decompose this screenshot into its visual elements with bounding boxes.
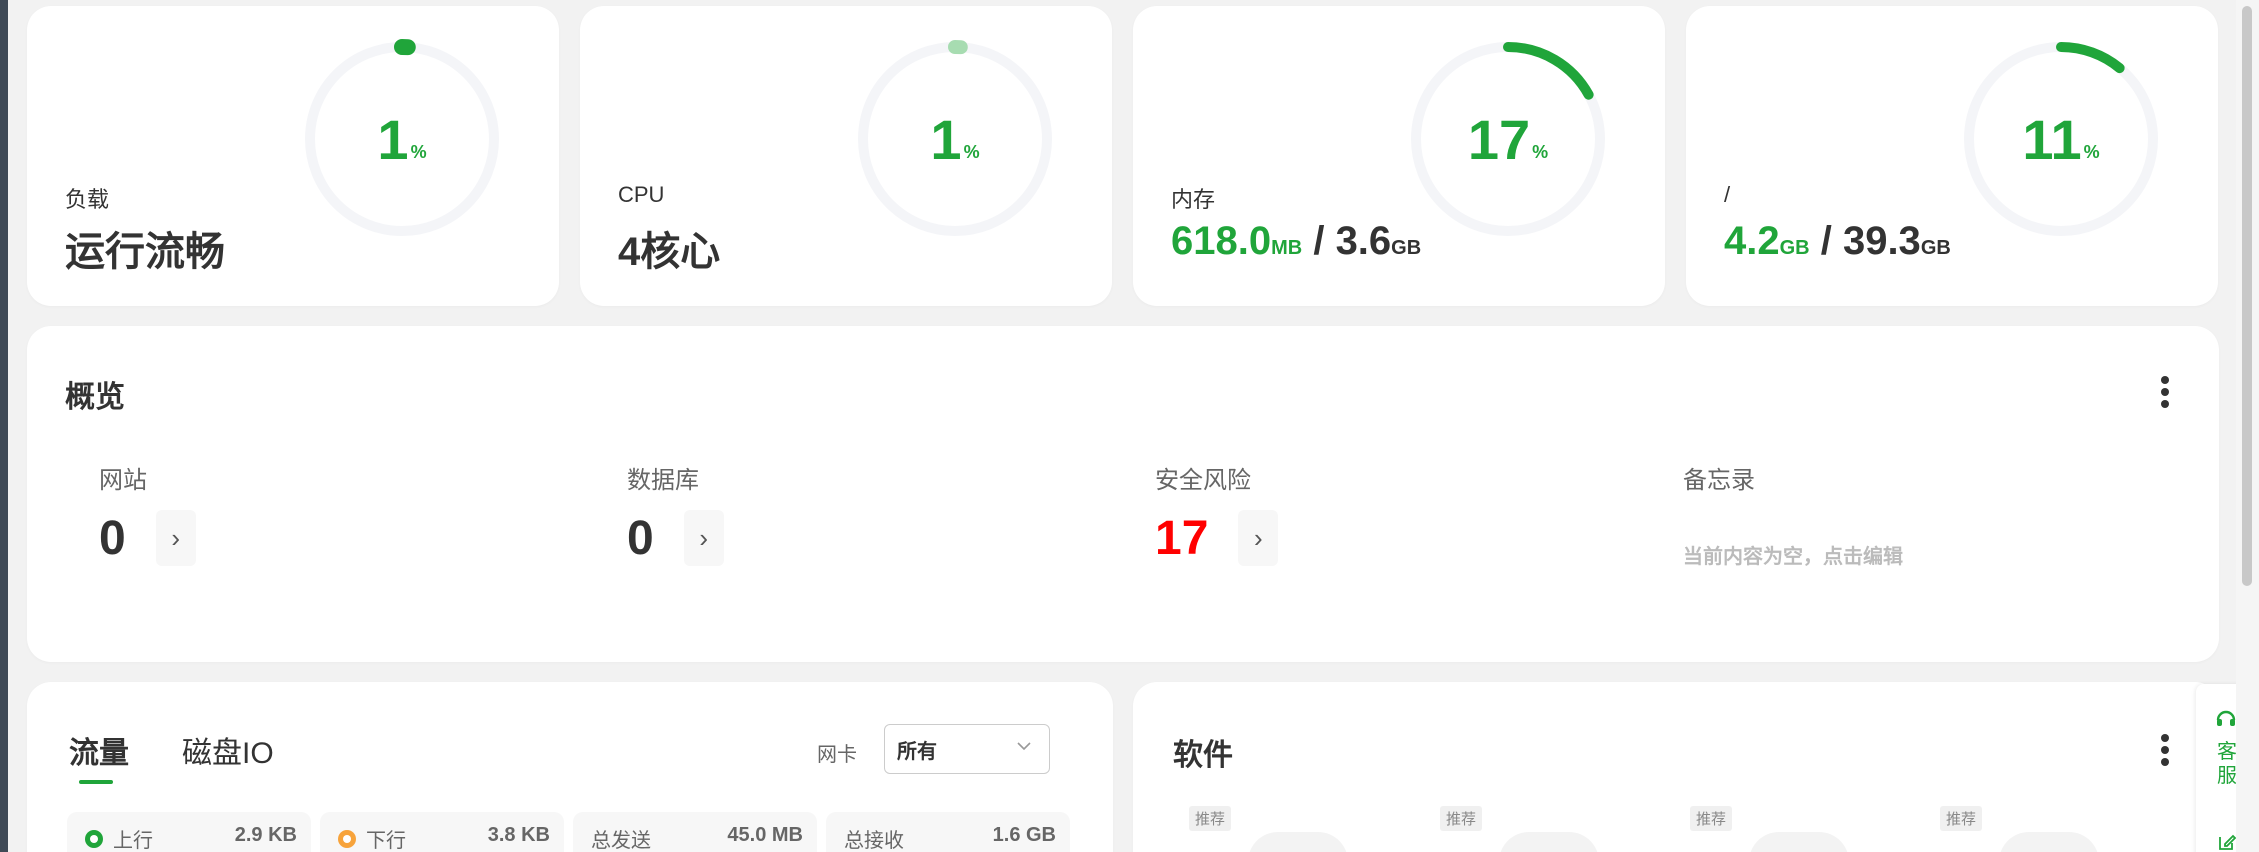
load-gauge: 1 % [297,34,507,244]
memory-gauge-unit: % [1532,141,1549,162]
overview-websites: 网站 0 › [99,460,499,580]
overview-memo-label: 备忘录 [1683,467,1755,494]
disk-gauge-unit: % [2083,141,2100,162]
active-tab-indicator [79,780,113,784]
upload-dot-icon [85,829,103,848]
disk-gauge-value: 11 [2022,107,2082,171]
overview-title: 概览 [65,381,125,414]
software-item[interactable] [1248,832,1348,852]
software-item[interactable] [1999,832,2099,852]
vertical-scrollbar[interactable] [2236,0,2259,852]
memo-placeholder-link[interactable]: 当前内容为空，点击编辑 [1683,540,1903,569]
nic-select[interactable]: 所有 [884,724,1050,774]
download-stat: 下行 3.8 KB [320,812,564,852]
disk-total-unit: GB [1920,237,1951,259]
cpu-gauge: 1 % [850,34,1060,244]
cpu-cores: 4核心 [618,230,721,274]
overview-websites-count: 0 [99,511,126,565]
total-received-stat: 总接收 1.6 GB [826,812,1070,852]
software-item[interactable] [1749,832,1849,852]
memory-gauge: 17 % [1403,34,1613,244]
total-sent-stat: 总发送 45.0 MB [573,812,817,852]
total-received-value: 1.6 GB [992,824,1056,846]
load-label: 负载 [65,187,110,212]
tab-disk-io[interactable]: 磁盘IO [182,728,274,772]
nic-select-value: 所有 [897,740,937,763]
load-gauge-value: 1 [377,107,409,171]
total-received-label: 总接收 [844,830,904,852]
overview-security-count: 17 [1155,511,1209,565]
overview-databases-count: 0 [627,511,654,565]
disk-usage: 4.2GB / 39.3GB [1724,219,1951,264]
edit-icon[interactable] [2217,832,2237,852]
security-arrow-button[interactable]: › [1238,510,1279,566]
nic-label: 网卡 [817,744,857,766]
memory-total: 3.6 [1335,219,1392,263]
more-icon[interactable] [2157,372,2173,412]
chevron-down-icon [1017,742,1031,751]
websites-arrow-button[interactable]: › [155,510,196,566]
overview-databases-label: 数据库 [627,467,699,494]
memory-card[interactable]: 17 % 内存 618.0MB / 3.6GB [1133,6,1665,306]
cpu-gauge-value: 1 [930,107,962,171]
overview-security: 安全风险 17 › [1155,460,1555,580]
tab-traffic[interactable]: 流量 [69,728,129,772]
disk-card[interactable]: 11 % / 4.2GB / 39.3GB [1686,6,2218,306]
scrollbar-thumb[interactable] [2242,6,2252,586]
disk-label: / [1724,182,1731,207]
upload-label: 上行 [113,830,153,852]
memory-gauge-value: 17 [1467,107,1531,171]
overview-websites-label: 网站 [99,467,147,494]
total-sent-label: 总发送 [591,830,651,852]
recommend-badge: 推荐 [1189,806,1232,831]
software-card: 软件 推荐 推荐 推荐 推荐 [1133,682,2219,852]
memory-used-unit: MB [1271,237,1303,259]
memory-usage: 618.0MB / 3.6GB [1171,219,1421,264]
recommend-badge: 推荐 [1690,806,1733,831]
customer-service-label[interactable]: 客服 [2216,740,2238,788]
software-title: 软件 [1173,739,1233,772]
disk-used-unit: GB [1779,237,1810,259]
disk-gauge: 11 % [1956,34,2166,244]
software-more-icon[interactable] [2157,730,2173,770]
overview-memo: 备忘录 当前内容为空，点击编辑 [1683,460,2083,580]
overview-card: 概览 网站 0 › 数据库 0 › 安全风险 17 › 备忘录 当前内容为空，点… [27,326,2219,662]
headset-icon[interactable] [2215,708,2237,730]
load-status: 运行流畅 [65,230,225,274]
disk-separator: / [1809,219,1843,263]
total-sent-value: 45.0 MB [727,824,803,846]
memory-separator: / [1302,219,1336,263]
cpu-gauge-unit: % [963,141,980,162]
overview-security-label: 安全风险 [1155,467,1251,494]
upload-value: 2.9 KB [234,824,297,846]
disk-used: 4.2 [1724,219,1780,263]
memory-total-unit: GB [1391,237,1422,259]
load-card[interactable]: 1 % 负载 运行流畅 [27,6,559,306]
traffic-card: 流量 磁盘IO 网卡 所有 上行 2.9 KB 下行 3.8 KB 总发送 45… [27,682,1113,852]
cpu-card[interactable]: 1 % CPU 4核心 [580,6,1112,306]
software-item[interactable] [1499,832,1599,852]
disk-total: 39.3 [1842,219,1921,263]
download-label: 下行 [366,830,406,852]
databases-arrow-button[interactable]: › [683,510,724,566]
recommend-badge: 推荐 [1440,806,1483,831]
download-value: 3.8 KB [487,824,550,846]
cpu-label: CPU [618,182,665,207]
left-sidebar-edge [0,0,8,852]
memory-label: 内存 [1171,187,1216,212]
load-gauge-unit: % [410,141,427,162]
download-dot-icon [338,829,356,848]
overview-databases: 数据库 0 › [627,460,1027,580]
memory-used: 618.0 [1171,219,1272,263]
recommend-badge: 推荐 [1940,806,1983,831]
upload-stat: 上行 2.9 KB [67,812,311,852]
